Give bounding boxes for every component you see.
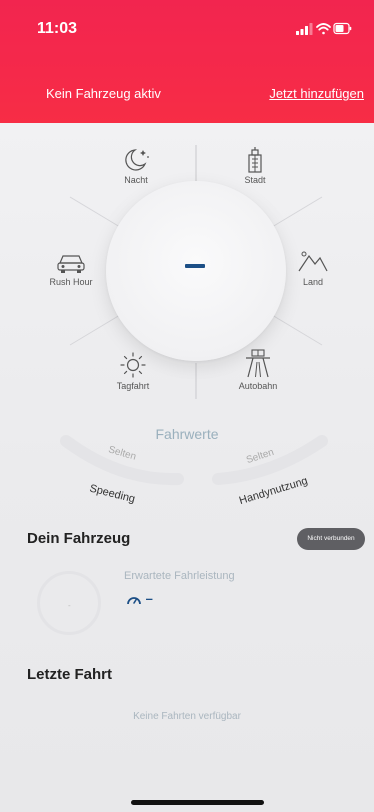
category-nacht[interactable]: Nacht: [96, 147, 176, 185]
city-icon: [248, 147, 262, 173]
category-stadt[interactable]: Stadt: [215, 147, 295, 185]
category-label: Nacht: [124, 175, 148, 185]
header-title: Kein Fahrzeug aktiv: [46, 86, 161, 101]
score-circle[interactable]: [106, 181, 286, 361]
last-trip-title: Letzte Fahrt: [27, 666, 113, 683]
category-tagfahrt[interactable]: Tagfahrt: [93, 351, 173, 391]
expected-mileage-value: –: [126, 591, 153, 606]
expected-mileage-text: –: [145, 591, 153, 606]
main-content: Nacht Stadt Rush Hour Land Tagfahrt Auto…: [0, 123, 374, 812]
category-land[interactable]: Land: [273, 249, 353, 287]
home-indicator[interactable]: [131, 800, 264, 805]
status-time: 11:03: [37, 20, 78, 37]
vehicle-section-title: Dein Fahrzeug: [27, 530, 131, 547]
car-icon: [57, 255, 85, 273]
status-bar: 11:03: [0, 0, 374, 50]
category-label: Rush Hour: [49, 277, 93, 287]
fahrwerte-arcs: [60, 435, 328, 486]
connection-status-badge[interactable]: Nicht verbunden: [297, 528, 365, 550]
score-value: [185, 264, 205, 268]
vehicle-ring-value: -: [68, 601, 71, 610]
signal-icon: [296, 23, 313, 35]
sun-icon: [120, 352, 146, 378]
status-icons: [296, 22, 352, 35]
expected-mileage-label: Erwartete Fahrleistung: [124, 570, 235, 582]
category-rush-hour[interactable]: Rush Hour: [31, 249, 111, 287]
highway-icon: [246, 349, 270, 378]
header: 11:03 Kein Fahrzeug aktiv Jetzt hinzufüg…: [0, 0, 374, 123]
category-label: Autobahn: [238, 381, 278, 391]
wifi-icon: [316, 23, 331, 35]
add-vehicle-link[interactable]: Jetzt hinzufügen: [269, 86, 364, 101]
moon-icon: [125, 149, 149, 171]
speedometer-icon: [127, 596, 141, 604]
category-label: Land: [302, 277, 324, 287]
category-label: Tagfahrt: [116, 381, 150, 391]
mountain-icon: [298, 251, 328, 272]
battery-icon: [333, 22, 352, 35]
category-autobahn[interactable]: Autobahn: [218, 349, 298, 391]
no-trips-text: Keine Fahrten verfügbar: [133, 711, 241, 722]
category-label: Stadt: [244, 175, 266, 185]
